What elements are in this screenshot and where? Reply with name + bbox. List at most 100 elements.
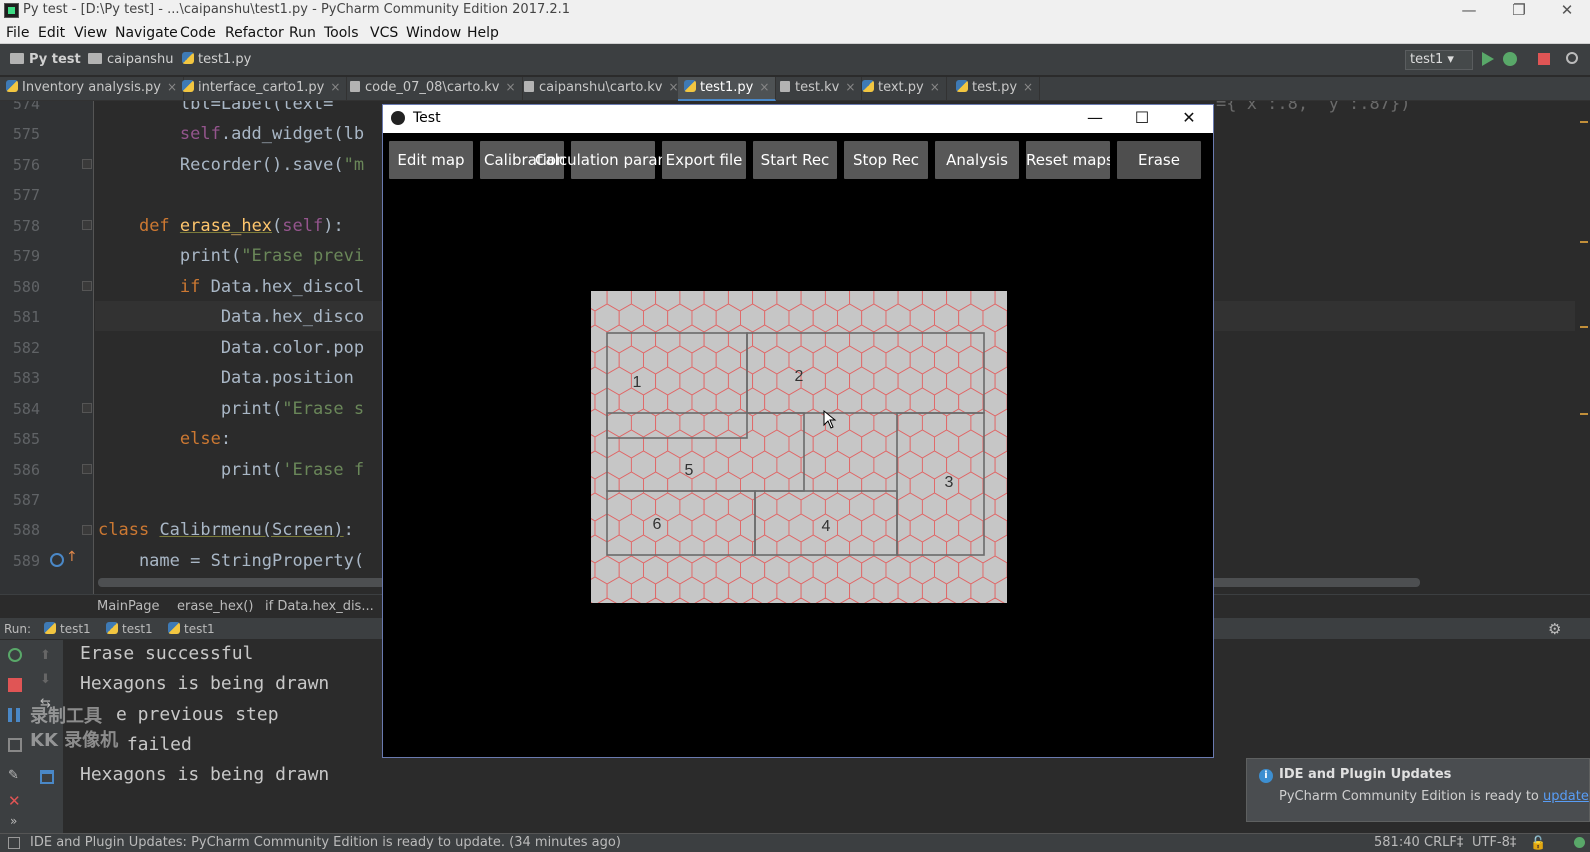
status-message[interactable]: IDE and Plugin Updates: PyCharm Communit… xyxy=(30,835,621,850)
trash-icon[interactable] xyxy=(40,770,54,784)
close-tab-icon[interactable]: × xyxy=(1023,80,1033,94)
line-number: 588 xyxy=(12,521,40,539)
run-tab[interactable]: test1 xyxy=(44,622,91,636)
rerun-icon[interactable] xyxy=(8,648,22,662)
erase-button[interactable]: Erase xyxy=(1117,141,1201,179)
menu-tools[interactable]: Tools xyxy=(324,25,359,41)
debug-icon[interactable] xyxy=(1503,52,1517,66)
stripe-mark[interactable] xyxy=(1580,413,1588,415)
tab-inventory-analysis[interactable]: Inventory analysis.py × xyxy=(0,77,184,101)
scroll-up-icon[interactable]: ⬆ xyxy=(40,648,54,663)
override-gutter-icon[interactable] xyxy=(50,553,64,567)
stripe-mark[interactable] xyxy=(1580,241,1588,243)
minimize-icon[interactable]: — xyxy=(1446,0,1492,22)
close-tab-icon[interactable]: × xyxy=(930,80,940,94)
stop-icon[interactable] xyxy=(1538,53,1550,65)
close-tab-icon[interactable]: × xyxy=(845,80,855,94)
nav-project[interactable]: Py test xyxy=(10,52,81,67)
analysis-button[interactable]: Analysis xyxy=(935,141,1019,179)
line-separator[interactable]: CRLF‡ xyxy=(1424,835,1463,850)
code-line: self.add_widget(lb xyxy=(179,124,365,144)
stripe-mark[interactable] xyxy=(1580,326,1588,328)
run-tab[interactable]: test1 xyxy=(168,622,215,636)
nav-file[interactable]: test1.py xyxy=(182,52,251,67)
menu-window[interactable]: Window xyxy=(406,25,461,41)
stop-icon[interactable] xyxy=(8,678,22,692)
run-icon[interactable] xyxy=(1482,52,1494,66)
menu-code[interactable]: Code xyxy=(180,25,216,41)
update-link[interactable]: update xyxy=(1543,789,1589,804)
tab-test-kv[interactable]: test.kv × xyxy=(774,77,863,101)
update-notification[interactable]: i IDE and Plugin Updates PyCharm Communi… xyxy=(1246,758,1590,822)
caret-position[interactable]: 581:40 xyxy=(1374,835,1420,850)
implements-arrow-icon[interactable]: ↑ xyxy=(66,549,78,565)
pin-icon[interactable]: ✎ xyxy=(8,768,22,783)
tab-code-07-08-carto[interactable]: code_07_08\carto.kv × xyxy=(344,77,523,101)
fold-marker[interactable] xyxy=(82,525,92,535)
scroll-down-icon[interactable]: ⬇ xyxy=(40,672,54,687)
maximize-icon[interactable]: ☐ xyxy=(1120,107,1164,131)
export-file-button[interactable]: Export file xyxy=(662,141,746,179)
settings-gear-icon[interactable]: ⚙ xyxy=(1548,620,1561,638)
inspector-icon[interactable] xyxy=(1574,837,1585,848)
menu-file[interactable]: File xyxy=(6,25,29,41)
tab-interface-carto1[interactable]: interface_carto1.py × xyxy=(176,77,348,101)
layout-icon[interactable] xyxy=(8,738,22,752)
run-tab[interactable]: test1 xyxy=(106,622,153,636)
menu-view[interactable]: View xyxy=(74,25,107,41)
editor-tabs: Inventory analysis.py × interface_carto1.… xyxy=(0,77,1590,101)
more-icon[interactable]: » xyxy=(10,814,24,828)
error-stripe[interactable] xyxy=(1575,101,1590,594)
file-icon xyxy=(524,81,534,92)
menu-help[interactable]: Help xyxy=(467,25,499,41)
line-number: 583 xyxy=(12,369,40,387)
menu-bar: File Edit View Navigate Code Refactor Ru… xyxy=(0,22,1590,44)
menu-edit[interactable]: Edit xyxy=(38,25,65,41)
run-config-select[interactable]: test1 ▾ xyxy=(1405,50,1473,70)
close-tab-icon[interactable]: × xyxy=(505,80,515,94)
close-icon[interactable]: ✕ xyxy=(1544,0,1590,22)
menu-navigate[interactable]: Navigate xyxy=(115,25,178,41)
tab-caipanshu-carto[interactable]: caipanshu\carto.kv × xyxy=(518,77,686,101)
menu-vcs[interactable]: VCS xyxy=(370,25,398,41)
file-encoding[interactable]: UTF-8‡ xyxy=(1472,835,1516,850)
breadcrumb-class[interactable]: MainPage xyxy=(97,599,160,614)
code-line: def erase_hex(self): xyxy=(138,216,344,236)
line-number: 587 xyxy=(12,491,40,509)
kivy-test-window[interactable]: Test — ☐ ✕ Edit map Calibration Calculat… xyxy=(382,104,1214,758)
search-icon[interactable] xyxy=(1566,52,1578,64)
tool-windows-icon[interactable] xyxy=(8,837,20,849)
lock-icon[interactable]: 🔓 xyxy=(1530,836,1546,851)
minimize-icon[interactable]: — xyxy=(1073,107,1117,131)
tab-test-py[interactable]: test.py × xyxy=(950,77,1041,101)
menu-run[interactable]: Run xyxy=(289,25,316,41)
reset-maps-button[interactable]: Reset maps xyxy=(1026,141,1110,179)
close-tab-icon[interactable]: × xyxy=(759,80,769,94)
code-line: Data.position xyxy=(98,368,365,388)
close-icon[interactable]: ✕ xyxy=(1167,107,1211,131)
close-tab-icon[interactable]: × xyxy=(330,80,340,94)
code-line: Data.hex_disco xyxy=(98,307,365,327)
restore-icon[interactable]: ❐ xyxy=(1496,0,1542,22)
fold-marker[interactable] xyxy=(82,464,92,474)
pause-icon[interactable] xyxy=(8,708,20,722)
close-tab-icon[interactable]: × xyxy=(668,80,678,94)
tab-text-py[interactable]: text.py × xyxy=(856,77,947,101)
hexagon-map[interactable]: 1 2 3 4 5 6 xyxy=(591,291,1007,603)
fold-marker[interactable] xyxy=(82,403,92,413)
tab-test1[interactable]: test1.py × xyxy=(678,77,777,101)
breadcrumb-if[interactable]: if Data.hex_dis... xyxy=(265,599,374,614)
close-icon[interactable]: ✕ xyxy=(8,792,22,810)
breadcrumb-method[interactable]: erase_hex() xyxy=(177,599,253,614)
stop-rec-button[interactable]: Stop Rec xyxy=(844,141,928,179)
navigation-bar: Py test caipanshu test1.py test1 ▾ xyxy=(0,44,1590,76)
calculation-param-button[interactable]: Calculation param xyxy=(535,141,672,179)
edit-map-button[interactable]: Edit map xyxy=(389,141,473,179)
fold-marker[interactable] xyxy=(82,159,92,169)
fold-marker[interactable] xyxy=(82,281,92,291)
start-rec-button[interactable]: Start Rec xyxy=(753,141,837,179)
fold-marker[interactable] xyxy=(82,220,92,230)
menu-refactor[interactable]: Refactor xyxy=(225,25,284,41)
stripe-mark[interactable] xyxy=(1580,121,1588,123)
nav-folder[interactable]: caipanshu xyxy=(88,52,173,67)
